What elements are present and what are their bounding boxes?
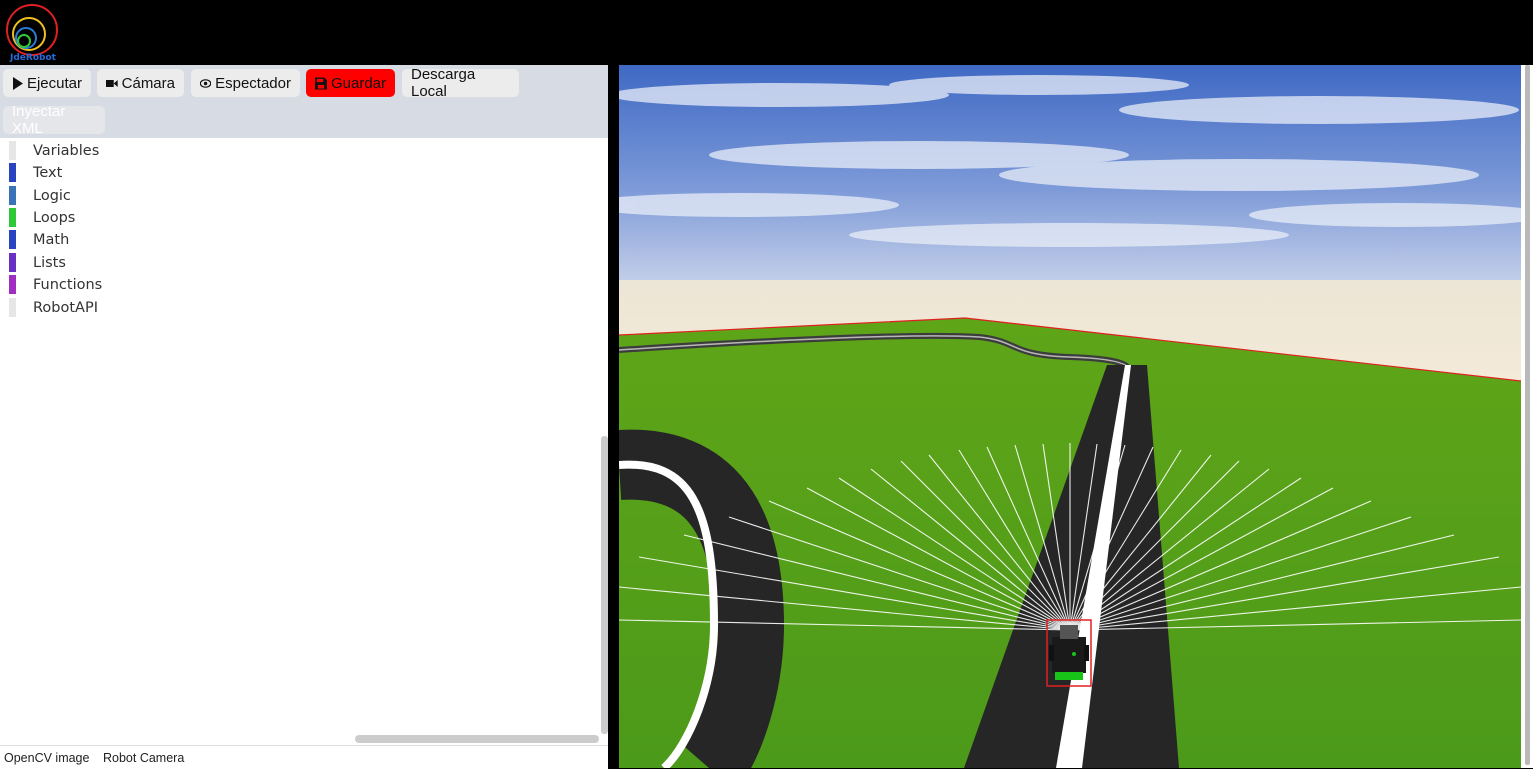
page-vertical-scrollbar[interactable] [1525,65,1530,765]
spectator-label: Espectador [215,74,291,92]
tab-opencv-image[interactable]: OpenCV image [4,751,89,765]
category-label: Loops [33,209,76,226]
panel-divider[interactable] [608,65,619,768]
eye-icon [200,78,212,88]
inject-xml-button[interactable]: Inyectar XML [3,103,105,137]
category-loops[interactable]: Loops [9,207,75,228]
category-color-bar [9,208,16,227]
tab-robot-camera[interactable]: Robot Camera [103,751,184,765]
run-button[interactable]: Ejecutar [3,69,91,97]
category-label: Functions [33,276,103,293]
local-download-button[interactable]: Descarga Local [402,66,519,100]
category-variables[interactable]: Variables [9,140,99,161]
workspace-horizontal-scrollbar[interactable] [355,735,599,743]
category-color-bar [9,186,16,205]
category-color-bar [9,275,16,294]
category-functions[interactable]: Functions [9,274,102,295]
logo-text: JdeRobot [10,53,56,63]
category-lists[interactable]: Lists [9,252,66,273]
camera-button[interactable]: Cámara [97,69,184,97]
category-color-bar [9,298,16,317]
category-color-bar [9,253,16,272]
category-logic[interactable]: Logic [9,185,71,206]
category-label: Text [33,164,63,181]
category-label: RobotAPI [33,299,98,316]
category-label: Math [33,231,70,248]
download-label: Descarga Local [411,66,476,100]
floppy-disk-icon [315,77,327,89]
top-bar: JdeRobot [0,0,1533,65]
category-label: Lists [33,254,66,271]
spectator-button[interactable]: Espectador [191,69,300,97]
camera-label: Cámara [121,74,175,92]
save-button[interactable]: Guardar [306,69,395,97]
category-robotapi[interactable]: RobotAPI [9,297,98,318]
editor-panel: Ejecutar Cámara Espectador Guardar Desca… [0,65,608,769]
category-color-bar [9,230,16,249]
page-scroll-track [1521,65,1533,768]
inject-label: Inyectar XML [12,103,66,137]
category-label: Logic [33,187,71,204]
category-label: Variables [33,142,100,159]
category-color-bar [9,163,16,182]
simulation-scene [619,65,1521,768]
category-text[interactable]: Text [9,162,62,183]
category-math[interactable]: Math [9,229,69,250]
video-camera-icon [106,79,118,87]
toolbar: Ejecutar Cámara Espectador Guardar Desca… [0,65,608,138]
save-label: Guardar [330,74,386,92]
simulation-view[interactable] [619,65,1521,768]
camera-tabs: OpenCV image Robot Camera [0,745,608,769]
category-color-bar [9,141,16,160]
play-icon [12,76,23,90]
workspace-vertical-scrollbar[interactable] [601,436,608,734]
run-label: Ejecutar [26,74,82,92]
